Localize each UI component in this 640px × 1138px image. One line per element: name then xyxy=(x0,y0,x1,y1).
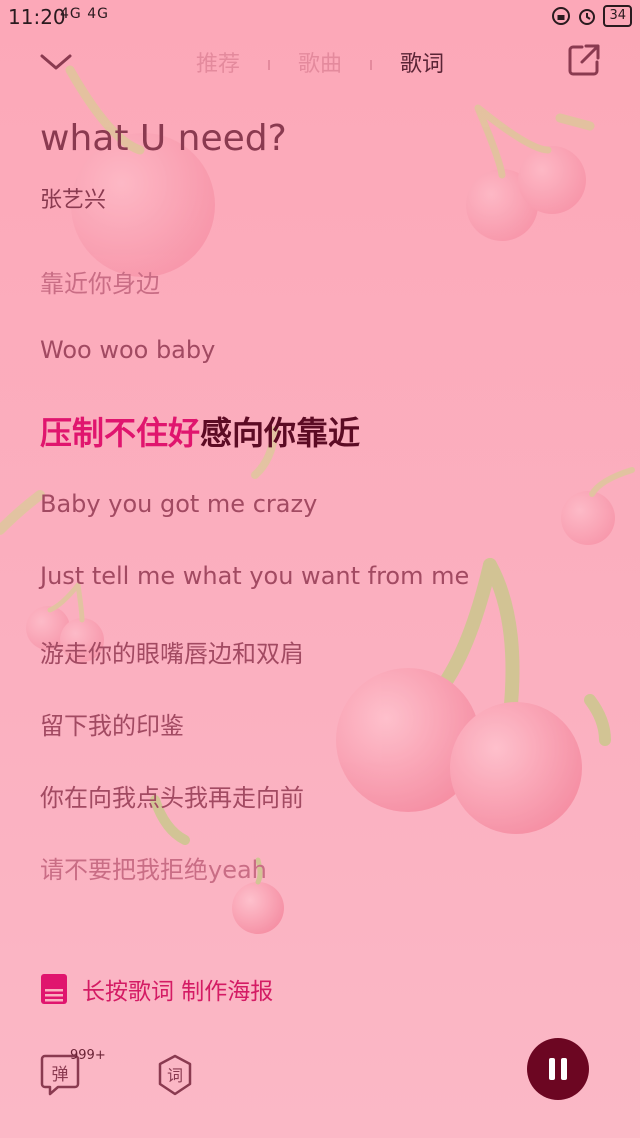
svg-text:词: 词 xyxy=(167,1066,183,1085)
network-indicator: 4G 4G xyxy=(60,6,109,22)
song-title: what U need? xyxy=(40,118,287,159)
lyric-unsung-part: 感向你靠近 xyxy=(200,414,361,452)
danmaku-count: 999+ xyxy=(70,1048,106,1063)
poster-icon xyxy=(41,974,67,1004)
lyric-line[interactable]: 留下我的印鉴 xyxy=(40,706,184,741)
make-poster-button[interactable]: 长按歌词 制作海报 xyxy=(40,972,273,1006)
battery-level: 34 xyxy=(603,5,632,27)
player-tabs: 推荐 歌曲 歌词 xyxy=(0,46,640,78)
status-bar: 11:20 4G 4G 34 xyxy=(0,0,640,34)
tab-divider xyxy=(267,60,270,70)
lyric-line-current[interactable]: 压制不住好感向你靠近 xyxy=(40,408,360,454)
lyric-sung-part: 压制不住好 xyxy=(40,414,201,452)
pause-button[interactable] xyxy=(527,1038,589,1100)
pause-icon xyxy=(549,1058,567,1080)
lyric-line[interactable]: Just tell me what you want from me xyxy=(40,562,469,590)
tab-lyrics[interactable]: 歌词 xyxy=(400,46,444,78)
share-icon[interactable] xyxy=(566,42,602,78)
status-time: 11:20 xyxy=(8,5,66,29)
artist-name[interactable]: 张艺兴 xyxy=(40,182,106,214)
danmaku-button[interactable]: 弹 999+ xyxy=(40,1048,106,1100)
lyric-line[interactable]: 靠近你身边 xyxy=(40,264,160,299)
player-top-bar: 推荐 歌曲 歌词 xyxy=(0,36,640,86)
status-icons: 34 xyxy=(551,5,632,27)
lyric-line[interactable]: 请不要把我拒绝yeah xyxy=(40,850,267,885)
svg-text:弹: 弹 xyxy=(52,1065,69,1085)
lyric-line[interactable]: Woo woo baby xyxy=(40,336,215,364)
tab-recommend[interactable]: 推荐 xyxy=(196,46,240,78)
tab-divider xyxy=(370,60,372,70)
lyric-settings-button[interactable]: 词 xyxy=(155,1054,195,1100)
make-poster-label: 长按歌词 制作海报 xyxy=(82,979,274,1005)
lyric-line[interactable]: Baby you got me crazy xyxy=(40,490,317,518)
lyric-line[interactable]: 你在向我点头我再走向前 xyxy=(40,778,304,813)
lyric-line[interactable]: 游走你的眼嘴唇边和双肩 xyxy=(40,634,304,669)
alarm-icon xyxy=(579,9,596,25)
lyric-icon: 词 xyxy=(158,1054,192,1096)
tab-song[interactable]: 歌曲 xyxy=(298,46,342,78)
lock-rotation-icon xyxy=(552,7,571,25)
